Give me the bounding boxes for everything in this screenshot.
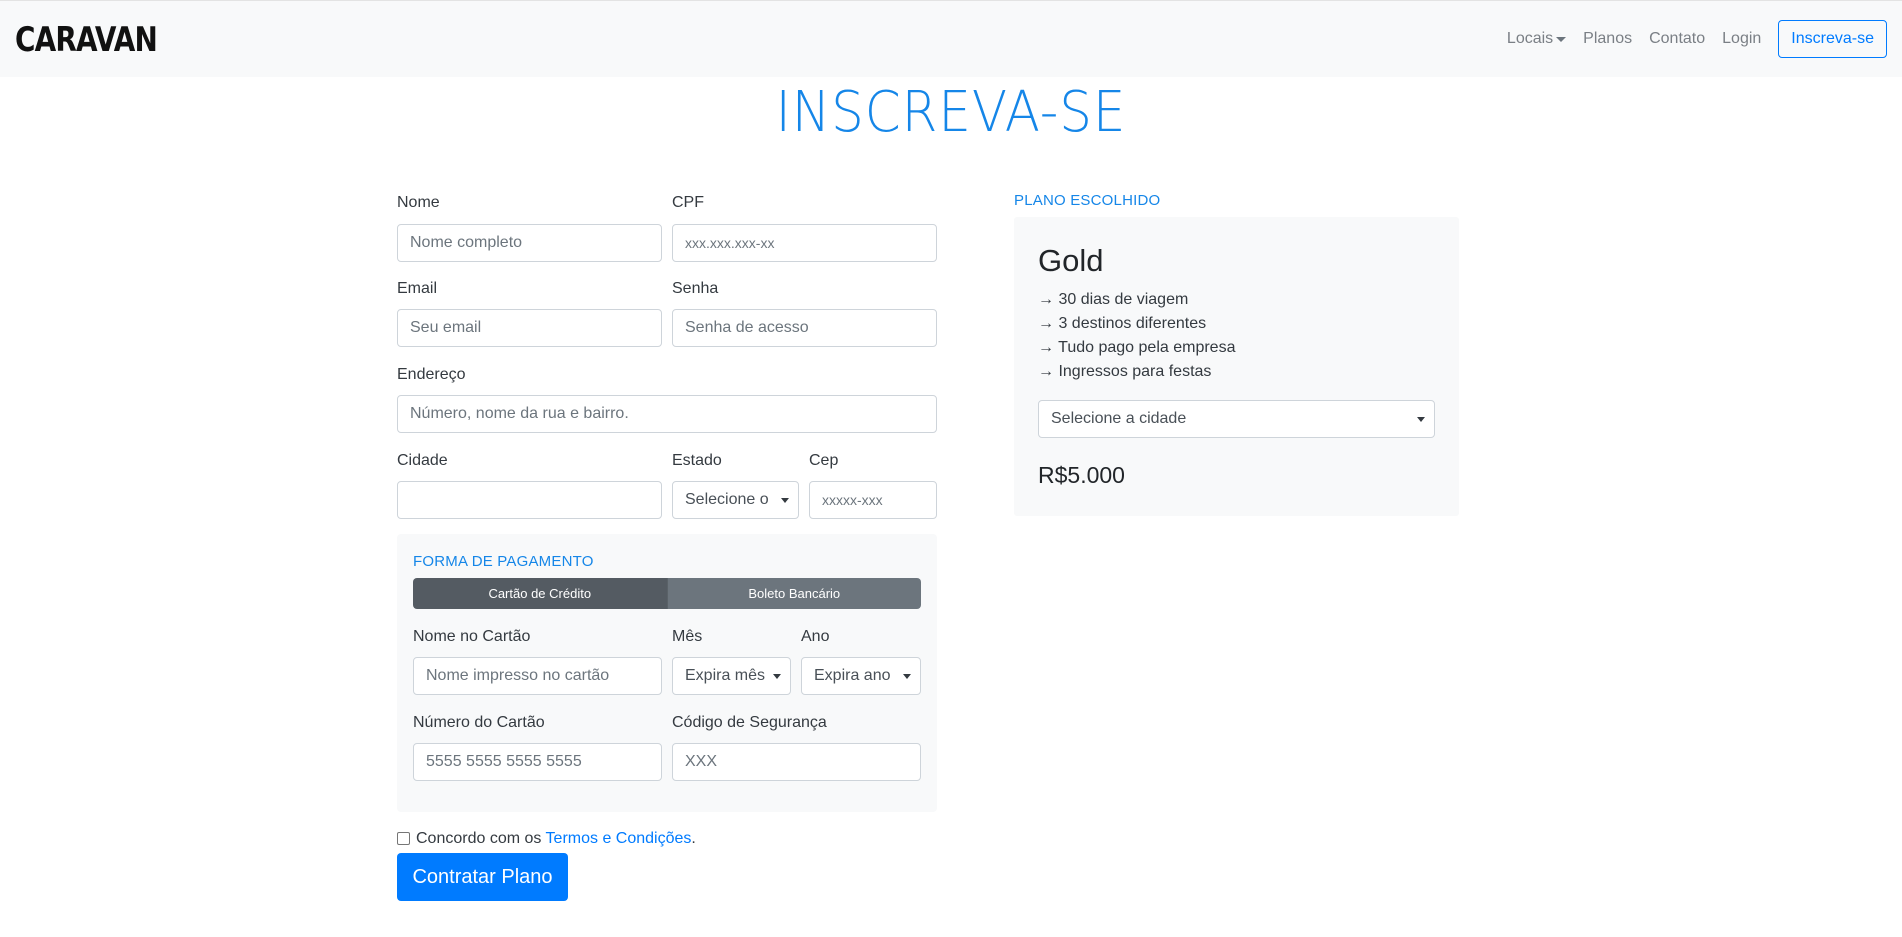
estado-select[interactable]: Selecione o [672,481,799,519]
codigo-seguranca-label: Código de Segurança [672,714,827,731]
terms-prefix: Concordo com os [416,830,546,847]
plan-feature: → 3 destinos diferentes [1038,315,1207,332]
numero-cartao-input[interactable]: 5555 5555 5555 5555 [413,743,662,781]
nav-planos[interactable]: Planos [1583,30,1632,48]
mes-label: Mês [672,628,703,645]
plan-price: R$5.000 [1038,462,1125,488]
nav-locais-dropdown[interactable]: Locais [1506,30,1567,48]
codigo-seguranca-input[interactable]: XXX [672,743,921,781]
plan-feature: → Ingressos para festas [1038,363,1212,380]
numero-cartao-label: Número do Cartão [413,714,545,731]
endereco-label: Endereço [397,366,466,383]
nav-contato[interactable]: Contato [1649,30,1705,48]
email-label: Email [397,280,438,297]
terms-link[interactable]: Termos e Condições [546,830,692,847]
nome-input[interactable]: Nome completo [397,224,662,262]
endereco-input[interactable]: Número, nome da rua e bairro. [397,395,937,433]
cep-label: Cep [809,452,839,469]
cidade-plano-select[interactable]: Selecione a cidade [1038,400,1435,438]
nome-cartao-label: Nome no Cartão [413,628,531,645]
nav-login[interactable]: Login [1722,30,1761,48]
cidade-label: Cidade [397,452,448,469]
brand-logo[interactable]: CARAVAN [15,19,158,61]
terms-text: Concordo com os Termos e Condições. [416,830,696,848]
nav-links: Locais Planos Contato Login Inscreva-se [1490,20,1887,58]
tab-boleto-bancario[interactable]: Boleto Bancário [666,578,921,609]
plan-feature: → Tudo pago pela empresa [1038,339,1236,356]
estado-selected: Selecione o [685,491,769,508]
ano-selected: Expira ano [814,667,891,684]
payment-method-toggle: Cartão de Crédito Boleto Bancário [413,578,921,609]
terms-checkbox[interactable] [397,832,410,845]
cidade-input[interactable] [397,481,662,519]
cidade-plano-selected: Selecione a cidade [1051,410,1187,427]
cpf-input[interactable]: xxx.xxx.xxx-xx [672,224,937,262]
senha-input[interactable]: Senha de acesso [672,309,937,347]
ano-select[interactable]: Expira ano [801,657,921,695]
senha-label: Senha [672,280,719,297]
mes-selected: Expira mês [685,667,766,684]
nome-cartao-input[interactable]: Nome impresso no cartão [413,657,662,695]
ano-label: Ano [801,628,830,645]
terms-suffix: . [691,830,696,847]
email-input[interactable]: Seu email [397,309,662,347]
payment-title: FORMA DE PAGAMENTO [413,553,594,570]
estado-label: Estado [672,452,722,469]
nav-signup-button[interactable]: Inscreva-se [1778,20,1887,58]
plan-feature: → 30 dias de viagem [1038,291,1189,308]
mes-select[interactable]: Expira mês [672,657,791,695]
nav-locais-label: Locais [1506,30,1554,47]
nome-label: Nome [397,194,440,211]
caret-down-icon [1556,37,1567,42]
tab-cartao-credito[interactable]: Cartão de Crédito [413,578,667,609]
page-title: INSCREVA-SE [775,80,1127,145]
navbar: CARAVAN Locais Planos Contato Login Insc… [0,0,1902,77]
plano-escolhido-title: PLANO ESCOLHIDO [1014,192,1161,209]
contratar-plano-button[interactable]: Contratar Plano [397,853,568,901]
cep-input[interactable]: xxxxx-xxx [809,481,937,519]
cpf-label: CPF [672,194,704,211]
plan-name: Gold [1038,243,1104,278]
